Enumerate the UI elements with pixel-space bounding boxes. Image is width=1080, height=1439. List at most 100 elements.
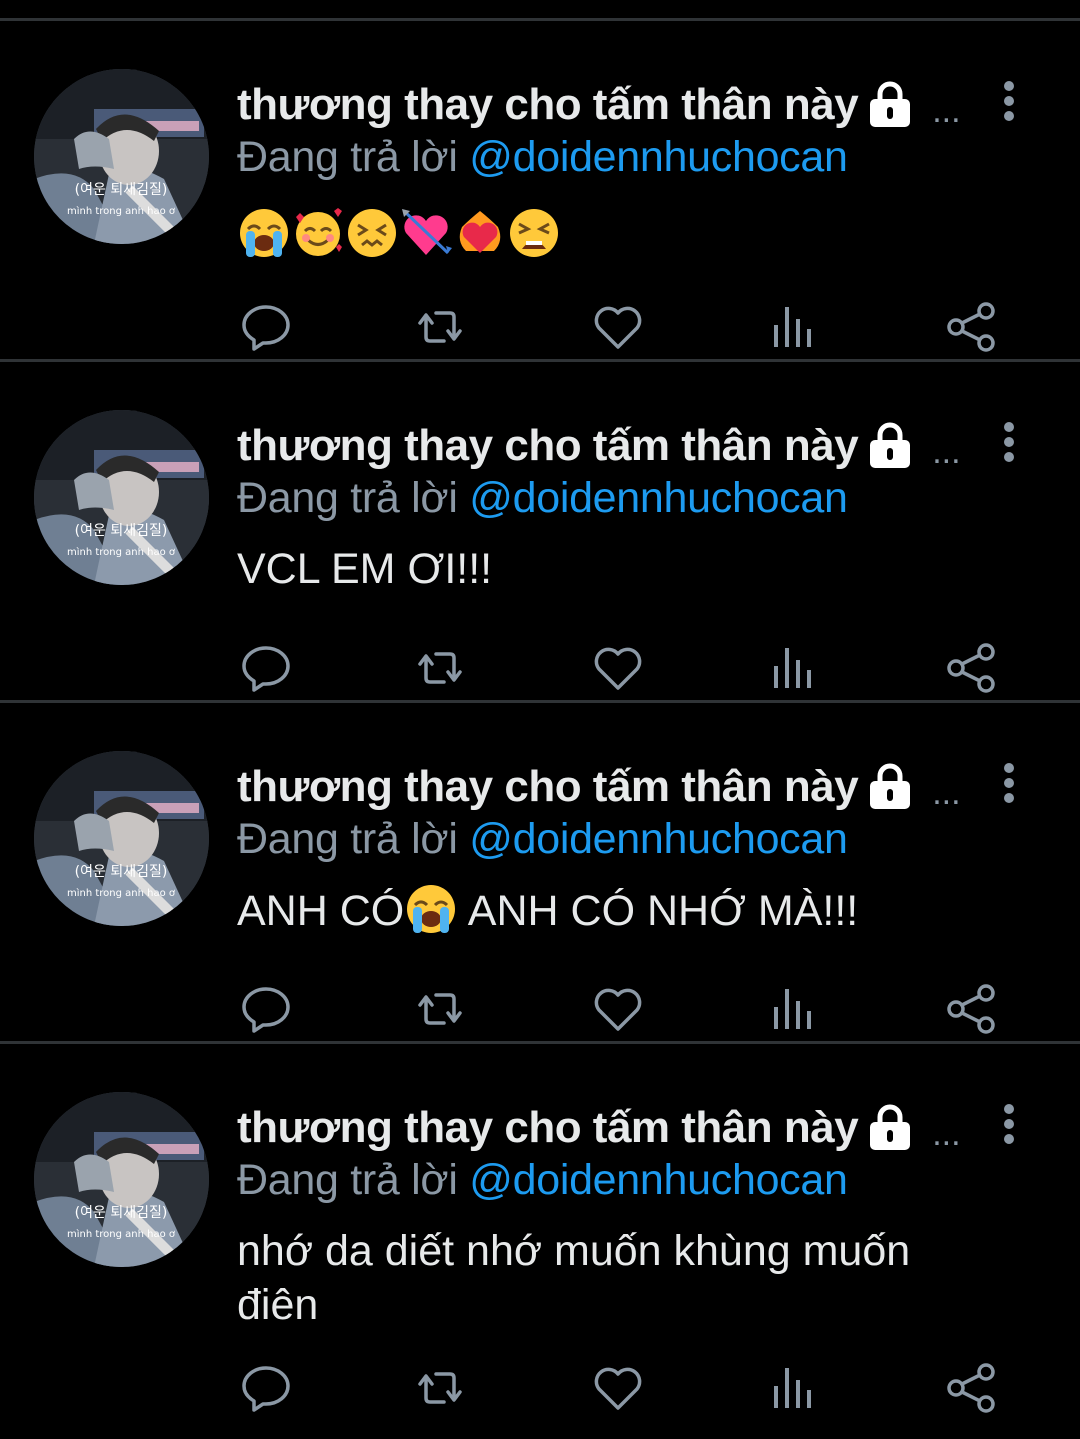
display-name[interactable]: thương thay cho tấm thân này xyxy=(237,421,859,471)
analytics-button[interactable] xyxy=(766,299,822,355)
avatar-caption-1: (여운 퇴새김질) xyxy=(75,523,168,539)
more-vertical-icon[interactable] xyxy=(994,1102,1024,1146)
tweet[interactable]: (여운 퇴새김질) mình trong anh hao ơ thương th… xyxy=(0,703,1080,1044)
tweet-text-part-1: ANH CÓ xyxy=(237,887,405,935)
avatar-caption-1: (여운 퇴새김질) xyxy=(75,864,168,880)
retweet-button[interactable] xyxy=(412,981,468,1037)
avatar-caption-2: mình trong anh hao ơ xyxy=(67,205,176,217)
share-button[interactable] xyxy=(944,640,1000,696)
confounded-face-icon xyxy=(348,209,396,257)
avatar[interactable]: (여운 퇴새김질) mình trong anh hao ơ xyxy=(34,751,209,926)
tweet-text: nhớ da diết nhớ muốn khùng muốn điên xyxy=(237,1227,911,1329)
avatar-caption-1: (여운 퇴새김질) xyxy=(75,1205,168,1221)
reply-icon xyxy=(242,987,290,1033)
tweet-text-part-2: ANH CÓ NHỚ MÀ!!! xyxy=(458,887,859,935)
analytics-icon xyxy=(774,648,811,688)
analytics-icon xyxy=(774,1368,811,1408)
avatar-caption-2: mình trong anh hao ơ xyxy=(67,546,176,558)
analytics-button[interactable] xyxy=(766,640,822,696)
loudly-crying-face-icon xyxy=(240,209,288,257)
share-icon xyxy=(947,643,995,693)
analytics-icon xyxy=(774,307,811,347)
avatar[interactable]: (여운 퇴새김질) mình trong anh hao ơ xyxy=(34,410,209,585)
tweet-actions xyxy=(238,299,998,355)
retweet-button[interactable] xyxy=(412,1360,468,1416)
more-vertical-icon[interactable] xyxy=(994,420,1024,464)
reply-icon xyxy=(242,646,290,692)
reply-button[interactable] xyxy=(238,640,294,696)
lock-icon xyxy=(870,763,911,809)
name-ellipsis: ... xyxy=(932,91,961,130)
reply-context: Đang trả lời @doidennhuchocan xyxy=(237,474,848,523)
smiling-face-with-hearts-icon xyxy=(296,208,342,256)
share-icon xyxy=(947,1363,995,1413)
analytics-button[interactable] xyxy=(766,981,822,1037)
retweet-button[interactable] xyxy=(412,299,468,355)
more-vertical-icon[interactable] xyxy=(994,761,1024,805)
reply-button[interactable] xyxy=(238,1360,294,1416)
heart-on-fire-icon xyxy=(459,211,501,253)
like-button[interactable] xyxy=(590,299,646,355)
retweet-button[interactable] xyxy=(412,640,468,696)
tweet[interactable]: (여운 퇴새김질) mình trong anh hao ơ thương th… xyxy=(0,21,1080,362)
tweet[interactable]: (여운 퇴새김질) mình trong anh hao ơ thương th… xyxy=(0,362,1080,703)
name-ellipsis: ... xyxy=(932,432,961,471)
heart-icon xyxy=(594,988,642,1031)
avatar[interactable]: (여운 퇴새김질) mình trong anh hao ơ xyxy=(34,1092,209,1267)
tired-face-icon xyxy=(510,209,558,257)
display-name[interactable]: thương thay cho tấm thân này xyxy=(237,1103,859,1153)
like-button[interactable] xyxy=(590,981,646,1037)
reply-handle-link[interactable]: @doidennhuchocan xyxy=(469,133,848,181)
reply-prefix: Đang trả lời xyxy=(237,815,458,863)
share-button[interactable] xyxy=(944,299,1000,355)
tweet-header: thương thay cho tấm thân này ... xyxy=(237,418,997,474)
share-button[interactable] xyxy=(944,1360,1000,1416)
lock-icon xyxy=(870,1104,911,1150)
reply-icon xyxy=(242,305,290,351)
analytics-icon xyxy=(774,989,811,1029)
reply-icon xyxy=(242,1366,290,1412)
like-button[interactable] xyxy=(590,640,646,696)
loudly-crying-face-icon xyxy=(407,885,456,933)
share-button[interactable] xyxy=(944,981,1000,1037)
reply-context: Đang trả lời @doidennhuchocan xyxy=(237,815,848,864)
avatar[interactable]: (여운 퇴새김질) mình trong anh hao ơ xyxy=(34,69,209,244)
reply-handle-link[interactable]: @doidennhuchocan xyxy=(469,1156,848,1204)
reply-prefix: Đang trả lời xyxy=(237,474,458,522)
reply-prefix: Đang trả lời xyxy=(237,1156,458,1204)
heart-with-arrow-icon xyxy=(402,209,452,255)
tweet[interactable]: (여운 퇴새김질) mình trong anh hao ơ thương th… xyxy=(0,1044,1080,1424)
reply-button[interactable] xyxy=(238,981,294,1037)
share-icon xyxy=(947,984,995,1034)
heart-icon xyxy=(594,306,642,349)
reply-context: Đang trả lời @doidennhuchocan xyxy=(237,1156,848,1205)
reply-handle-link[interactable]: @doidennhuchocan xyxy=(469,815,848,863)
reply-prefix: Đang trả lời xyxy=(237,133,458,181)
analytics-button[interactable] xyxy=(766,1360,822,1416)
reply-button[interactable] xyxy=(238,299,294,355)
reply-handle-link[interactable]: @doidennhuchocan xyxy=(469,474,848,522)
tweet-header: thương thay cho tấm thân này ... xyxy=(237,1100,997,1156)
display-name[interactable]: thương thay cho tấm thân này xyxy=(237,762,859,812)
tweet-actions xyxy=(238,640,998,696)
tweet-actions xyxy=(238,981,998,1037)
retweet-icon xyxy=(418,1372,462,1404)
share-icon xyxy=(947,302,995,352)
heart-icon xyxy=(594,1367,642,1410)
lock-icon xyxy=(870,81,911,127)
display-name[interactable]: thương thay cho tấm thân này xyxy=(237,80,859,130)
emoji-row xyxy=(238,207,560,259)
tweet-actions xyxy=(238,1360,998,1416)
retweet-icon xyxy=(418,311,462,343)
more-vertical-icon[interactable] xyxy=(994,79,1024,123)
lock-icon xyxy=(870,422,911,468)
like-button[interactable] xyxy=(590,1360,646,1416)
tweet-text: VCL EM ƠI!!! xyxy=(237,545,493,593)
avatar-caption-2: mình trong anh hao ơ xyxy=(67,887,176,899)
tweet-header: thương thay cho tấm thân này ... xyxy=(237,77,997,133)
retweet-icon xyxy=(418,993,462,1025)
avatar-caption-1: (여운 퇴새김질) xyxy=(75,182,168,198)
name-ellipsis: ... xyxy=(932,773,961,812)
tweet-header: thương thay cho tấm thân này ... xyxy=(237,759,997,815)
tweet-feed: (여운 퇴새김질) mình trong anh hao ơ thương th… xyxy=(0,21,1080,1424)
